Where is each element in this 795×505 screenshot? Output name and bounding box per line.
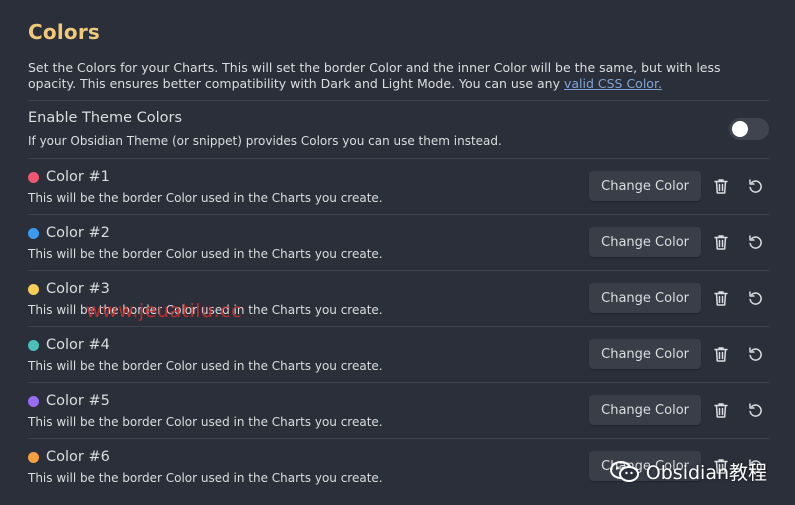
color-setting-4: Color #4 This will be the border Color us… [28,326,769,382]
trash-icon[interactable] [711,400,731,420]
reset-icon[interactable] [745,344,765,364]
change-color-button[interactable]: Change Color [589,227,701,257]
brand-label: Obsidian教程 [645,462,767,484]
color-title-text: Color #4 [46,337,110,353]
change-color-button[interactable]: Change Color [589,339,701,369]
color-swatch [28,227,39,239]
color-title: Color #5 [28,393,110,409]
color-title-text: Color #5 [46,393,110,409]
toggle-knob [732,121,748,137]
change-color-button[interactable]: Change Color [589,283,701,313]
color-subtitle: This will be the border Color used in th… [28,191,383,205]
color-title: Color #4 [28,337,110,353]
trash-icon[interactable] [711,232,731,252]
color-setting-2: Color #2 This will be the border Color us… [28,214,769,270]
reset-icon[interactable] [745,400,765,420]
color-title-text: Color #3 [46,281,110,297]
color-title: Color #6 [28,449,110,465]
theme-colors-toggle[interactable] [729,118,769,140]
color-title-text: Color #6 [46,449,110,465]
color-setting-3: Color #3 This will be the border Color us… [28,270,769,326]
css-color-link[interactable]: valid CSS Color. [564,76,662,91]
wechat-icon [609,460,640,483]
color-title-text: Color #1 [46,169,110,185]
section-title: Colors [28,20,100,44]
color-swatch [28,171,39,183]
color-swatch [28,339,39,351]
change-color-button[interactable]: Change Color [589,171,701,201]
color-subtitle: This will be the border Color used in th… [28,247,383,261]
brand-badge: Obsidian教程 [609,458,767,485]
section-description: Set the Colors for your Charts. This wil… [28,60,769,92]
color-swatch [28,451,39,463]
color-title: Color #2 [28,225,110,241]
color-title-text: Color #2 [46,225,110,241]
theme-colors-title: Enable Theme Colors [28,110,183,126]
color-title: Color #3 [28,281,110,297]
change-color-button[interactable]: Change Color [589,395,701,425]
color-swatch [28,395,39,407]
reset-icon[interactable] [745,288,765,308]
theme-colors-setting: Enable Theme Colors If your Obsidian The… [28,100,769,158]
trash-icon[interactable] [711,344,731,364]
color-title: Color #1 [28,169,110,185]
color-subtitle: This will be the border Color used in th… [28,415,383,429]
color-setting-1: Color #1 This will be the border Color us… [28,158,769,214]
settings-section: Colors Set the Colors for your Charts. T… [28,0,769,494]
color-subtitle: This will be the border Color used in th… [28,359,383,373]
trash-icon[interactable] [711,176,731,196]
color-setting-5: Color #5 This will be the border Color us… [28,382,769,438]
theme-colors-subtitle: If your Obsidian Theme (or snippet) prov… [28,134,502,148]
reset-icon[interactable] [745,176,765,196]
color-subtitle: This will be the border Color used in th… [28,471,383,485]
trash-icon[interactable] [711,288,731,308]
reset-icon[interactable] [745,232,765,252]
color-swatch [28,283,39,295]
color-subtitle: This will be the border Color used in th… [28,303,383,317]
